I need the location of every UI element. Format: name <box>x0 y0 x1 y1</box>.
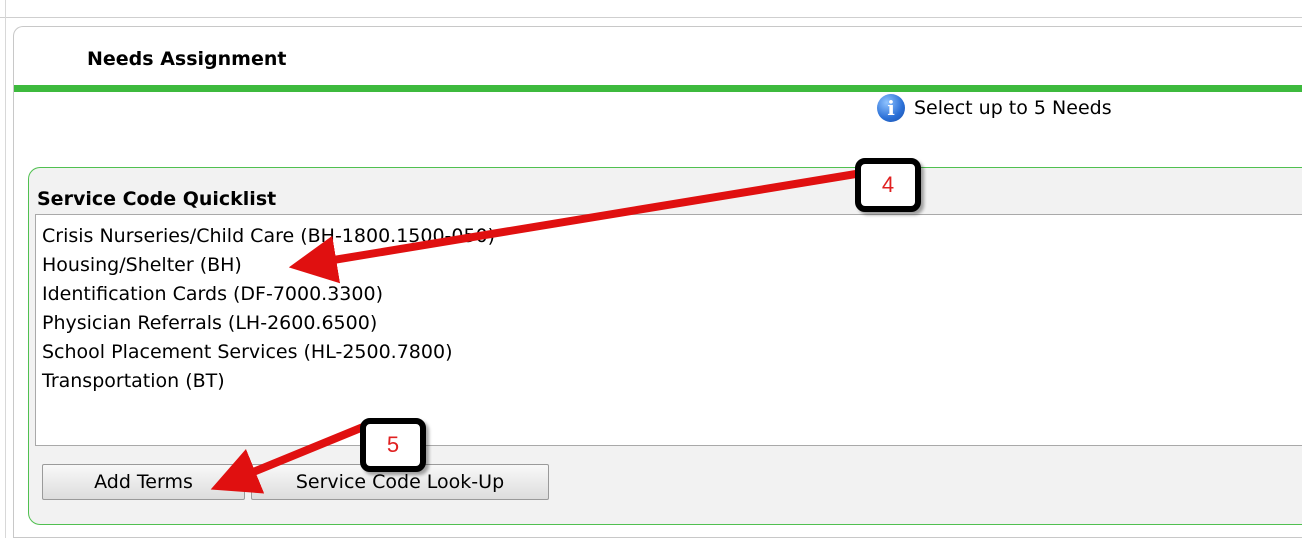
callout-step-5: 5 <box>360 418 426 472</box>
arrow-to-housing <box>288 168 869 284</box>
arrow-to-add-terms <box>210 421 370 494</box>
annotation-arrows <box>210 168 869 494</box>
callout-step-4: 4 <box>855 158 921 212</box>
